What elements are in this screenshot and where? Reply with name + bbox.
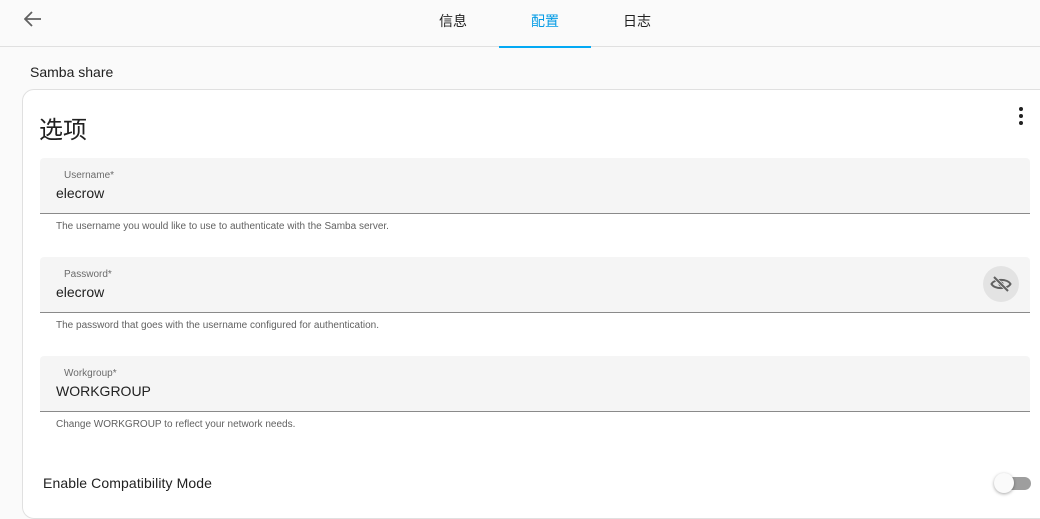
tab-log[interactable]: 日志 — [591, 0, 683, 47]
addon-name: Samba share — [30, 64, 114, 80]
password-value: elecrow — [56, 284, 105, 300]
workgroup-label: Workgroup* — [64, 368, 117, 379]
tab-info-label: 信息 — [439, 13, 467, 29]
more-vertical-icon[interactable] — [1011, 104, 1031, 128]
top-app-bar: 信息 配置 日志 — [0, 0, 1040, 48]
tab-bar: 信息 配置 日志 — [407, 0, 683, 48]
eye-off-icon — [990, 276, 1012, 292]
password-helper: The password that goes with the username… — [56, 320, 379, 331]
options-card: 选项 Username* elecrow The username you wo… — [22, 89, 1040, 519]
compatibility-mode-toggle[interactable] — [994, 472, 1032, 494]
username-value: elecrow — [56, 185, 105, 201]
workgroup-helper: Change WORKGROUP to reflect your network… — [56, 419, 296, 430]
tab-configuration[interactable]: 配置 — [499, 0, 591, 48]
tab-log-label: 日志 — [623, 13, 651, 29]
workgroup-field[interactable]: Workgroup* WORKGROUP — [40, 356, 1030, 412]
back-button[interactable] — [18, 6, 48, 32]
card-title: 选项 — [39, 117, 87, 144]
toggle-password-visibility-button[interactable] — [983, 266, 1019, 302]
password-label: Password* — [64, 269, 112, 280]
username-helper: The username you would like to use to au… — [56, 221, 389, 232]
username-field[interactable]: Username* elecrow — [40, 158, 1030, 214]
tab-info[interactable]: 信息 — [407, 0, 499, 47]
tab-configuration-label: 配置 — [531, 13, 559, 29]
workgroup-value: WORKGROUP — [56, 383, 151, 399]
password-field[interactable]: Password* elecrow — [40, 257, 1030, 313]
arrow-left-icon — [24, 11, 41, 27]
toggle-thumb — [994, 473, 1014, 493]
compatibility-mode-label: Enable Compatibility Mode — [43, 475, 213, 491]
username-label: Username* — [64, 170, 115, 181]
